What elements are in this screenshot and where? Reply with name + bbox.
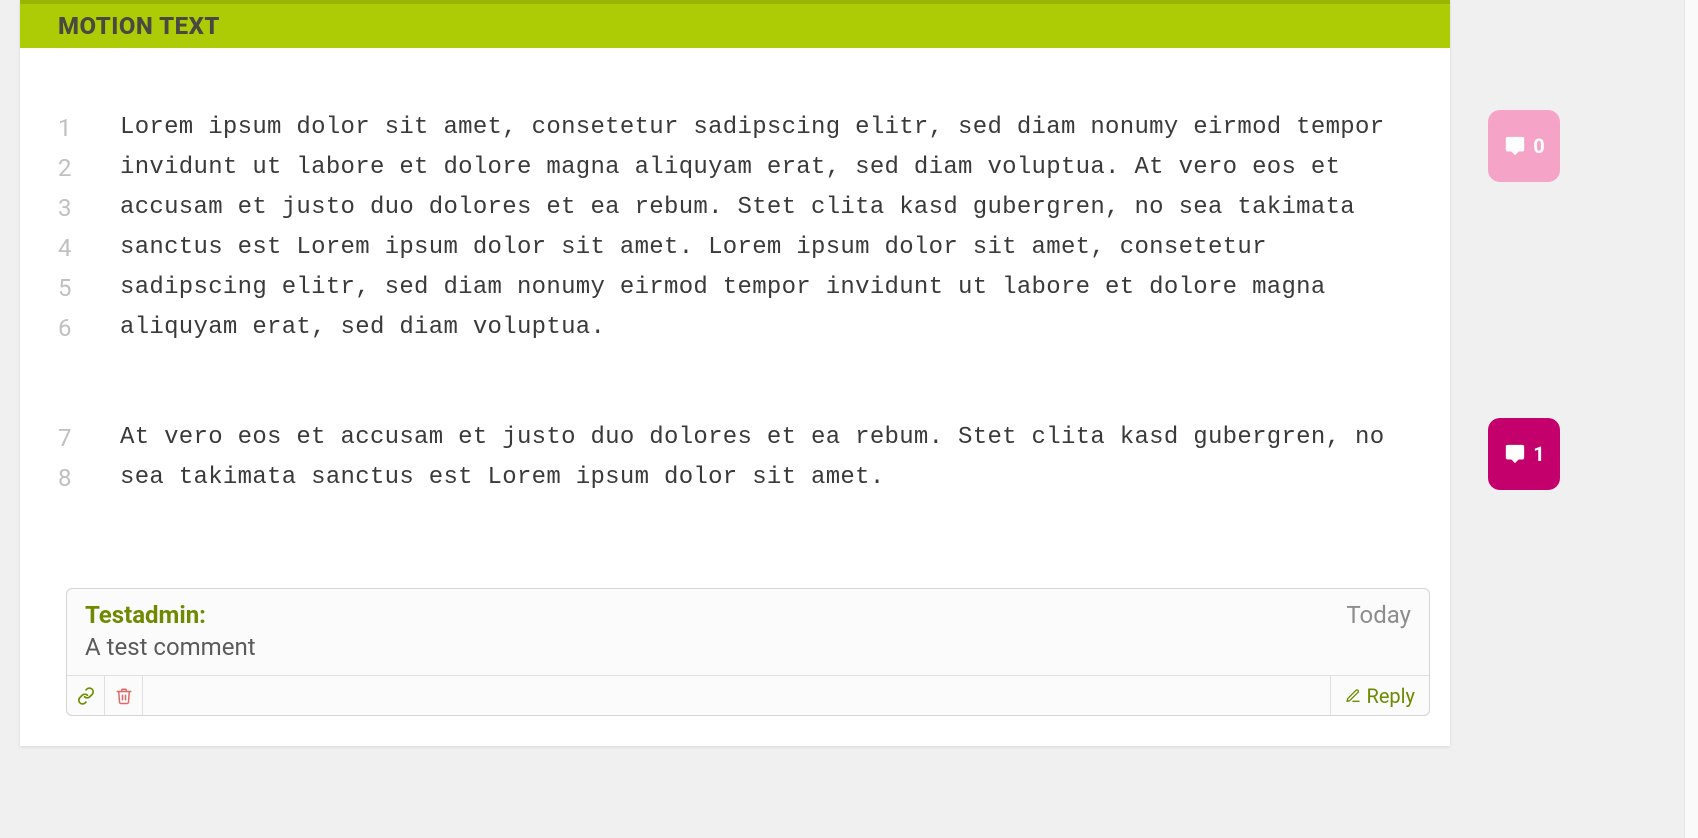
comment-body: A test comment [67,633,1429,675]
comment-icon [1503,135,1527,157]
scrollbar[interactable] [1684,0,1698,838]
comment-box: Testadmin: Today A test comment Reply [66,588,1430,716]
reply-label: Reply [1367,684,1416,708]
reply-button[interactable]: Reply [1330,676,1430,715]
comment-actions: Reply [67,675,1429,715]
comment-date: Today [1346,601,1411,629]
line-number-gutter: 123456 [40,108,100,348]
motion-text-panel: MOTION TEXT 123456 Lorem ipsum dolor sit… [20,0,1450,746]
comment-count: 1 [1533,442,1544,466]
line-number-gutter: 78 [40,418,100,498]
section-title: MOTION TEXT [58,12,220,40]
pencil-icon [1345,688,1361,704]
link-icon [77,687,95,705]
paragraph: 123456 Lorem ipsum dolor sit amet, conse… [40,108,1410,348]
paragraph-text[interactable]: At vero eos et accusam et justo duo dolo… [100,418,1410,498]
motion-text-body: 123456 Lorem ipsum dolor sit amet, conse… [20,48,1450,588]
paragraph: 78 At vero eos et accusam et justo duo d… [40,418,1410,498]
delete-button[interactable] [105,676,143,715]
comment-badge-paragraph-1[interactable]: 0 [1488,110,1560,182]
comment-icon [1503,443,1527,465]
comment-count: 0 [1533,134,1544,158]
trash-icon [115,687,133,705]
permalink-button[interactable] [67,676,105,715]
comment-author: Testadmin: [85,601,206,629]
comment-badge-paragraph-2[interactable]: 1 [1488,418,1560,490]
section-header: MOTION TEXT [20,0,1450,48]
comment-header: Testadmin: Today [67,589,1429,633]
paragraph-text[interactable]: Lorem ipsum dolor sit amet, consetetur s… [100,108,1410,348]
